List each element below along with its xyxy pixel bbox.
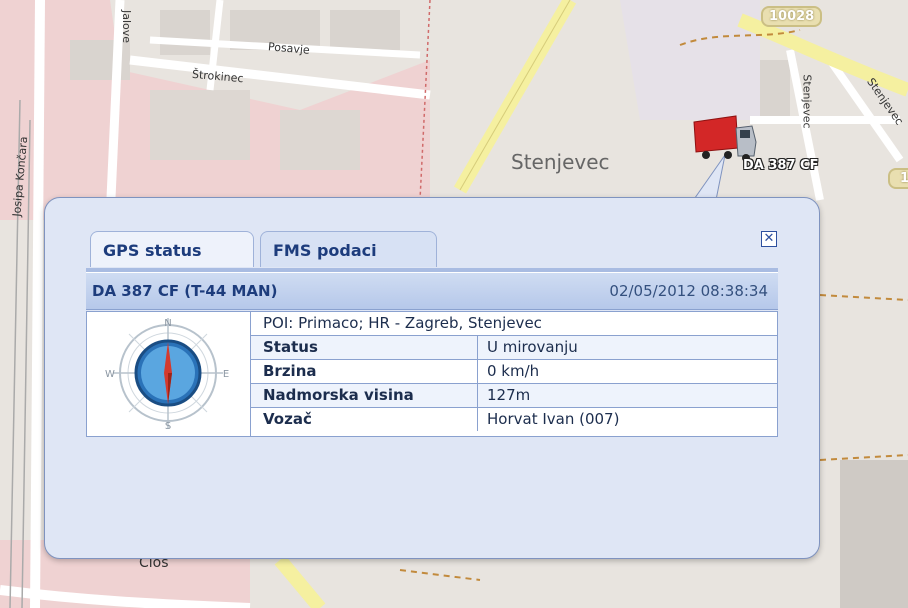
vehicle-info-popup: ✕ GPS status FMS podaci DA 387 CF (T-44 … — [44, 197, 820, 559]
compass-letter-n: N — [164, 318, 171, 329]
vehicle-marker-label[interactable]: DA 387 CF — [743, 158, 818, 173]
table-row: Status U mirovanju — [251, 336, 777, 360]
row-value-status: U mirovanju — [487, 338, 578, 356]
table-row: Brzina 0 km/h — [251, 360, 777, 384]
gps-status-panel: DA 387 CF (T-44 MAN) 02/05/2012 08:38:34… — [86, 268, 778, 492]
truck-icon — [693, 115, 757, 162]
compass-letter-s: S — [165, 421, 171, 432]
tab-gps-status[interactable]: GPS status — [90, 231, 254, 267]
map-label-stenjevec-street: Stenjevec — [800, 74, 814, 129]
row-value-driver: Horvat Ivan (007) — [487, 410, 620, 428]
compass-letter-w: W — [105, 369, 115, 380]
road-number-badge: 10028 — [761, 6, 823, 27]
row-value-speed: 0 km/h — [487, 362, 540, 380]
row-key-driver: Vozač — [251, 408, 478, 431]
vehicle-info-table: N S E W POI: Primaco; HR - Zagreb, Stenj… — [86, 311, 778, 437]
tab-fms-podaci[interactable]: FMS podaci — [260, 231, 437, 267]
vehicle-timestamp: 02/05/2012 08:38:34 — [609, 282, 768, 300]
map-label-stenjevec: Stenjevec — [511, 150, 610, 174]
row-key-speed: Brzina — [251, 360, 478, 383]
row-value-altitude: 127m — [487, 386, 531, 404]
vehicle-marker[interactable] — [690, 112, 760, 164]
vehicle-header: DA 387 CF (T-44 MAN) 02/05/2012 08:38:34 — [86, 272, 778, 310]
table-row: Vozač Horvat Ivan (007) — [251, 408, 777, 432]
compass-cell: N S E W — [87, 312, 251, 436]
row-key-status: Status — [251, 336, 478, 359]
close-icon[interactable]: ✕ — [761, 231, 777, 247]
road-number-badge-right: 1 — [888, 168, 908, 189]
row-key-altitude: Nadmorska visina — [251, 384, 478, 407]
table-row: Nadmorska visina 127m — [251, 384, 777, 408]
compass-letter-e: E — [223, 369, 229, 380]
poi-row: POI: Primaco; HR - Zagreb, Stenjevec — [251, 312, 777, 336]
poi-text: POI: Primaco; HR - Zagreb, Stenjevec — [263, 314, 542, 332]
compass-icon: N S E W — [105, 318, 229, 432]
map-label-jalove: Jalove — [120, 9, 134, 44]
vehicle-title: DA 387 CF (T-44 MAN) — [92, 282, 278, 300]
